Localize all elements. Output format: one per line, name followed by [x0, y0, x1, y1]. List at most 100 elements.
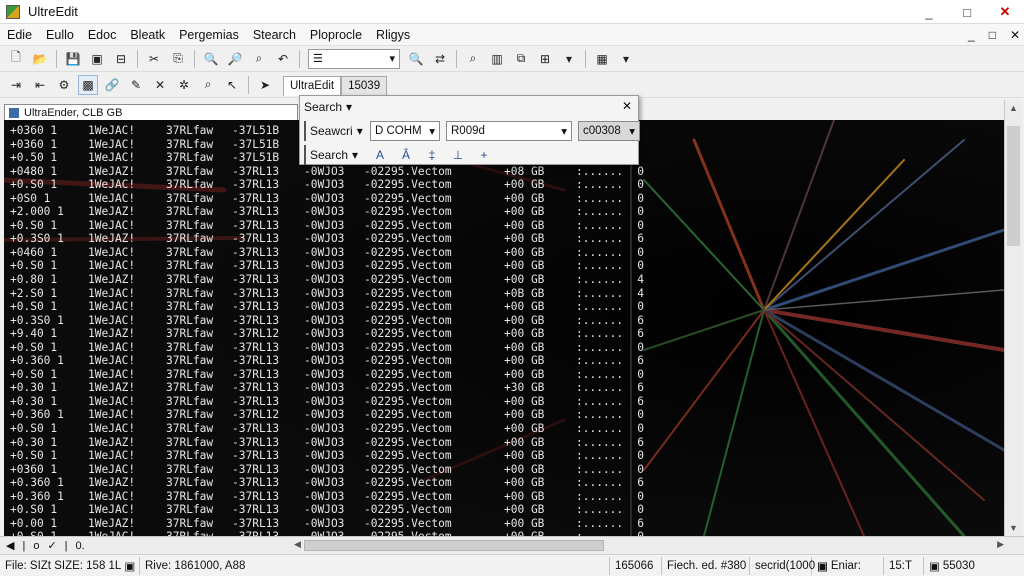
code-text[interactable]: +0360 1 1WeJAC! 37RLfaw -37L51B +0360 1 1WeJA…: [10, 124, 644, 536]
chevron-down-icon[interactable]: ▾: [559, 49, 579, 69]
whole-word-icon[interactable]: Â: [396, 145, 416, 165]
menu-item-help[interactable]: Rligys: [369, 28, 417, 42]
hex-mode-icon[interactable]: ▩: [78, 74, 98, 95]
find-popup-title[interactable]: Search ▾: [304, 100, 352, 114]
code-line[interactable]: +0.S0 1 1WeJAC! 37RLfaw -37RL13 -0WJO3 -02295…: [10, 341, 644, 355]
options-dropdown[interactable]: c00308 ▾: [578, 121, 640, 141]
hscroll-check-icon[interactable]: ✓: [47, 539, 56, 552]
code-line[interactable]: +0.S0 1 1WeJAC! 37RLfaw -37RL13 -0WJO3 -02295…: [10, 449, 644, 463]
edit-icon[interactable]: ✎: [126, 75, 146, 95]
menu-item-search[interactable]: Stearch: [246, 28, 303, 42]
menu-item-edit[interactable]: Eullo: [39, 28, 81, 42]
tab-15039[interactable]: 15039: [341, 75, 388, 96]
status-code-page[interactable]: 165066: [610, 556, 662, 575]
cursor-icon[interactable]: ↖: [222, 75, 242, 95]
code-line[interactable]: +0.360 1 1WeJAZ! 37RLfaw -37RL13 -0WJO3 -0229…: [10, 476, 644, 490]
compare-icon[interactable]: ⧉: [511, 49, 531, 69]
outdent-icon[interactable]: ⇤: [30, 75, 50, 95]
scroll-right-icon[interactable]: ▶: [997, 539, 1004, 550]
zoom-out-icon[interactable]: 🔎: [225, 49, 245, 69]
find-field[interactable]: D COHM ▾: [370, 121, 440, 141]
link-icon[interactable]: 🔗: [102, 75, 122, 95]
status-encoding[interactable]: Fiech. ed. #380: [662, 556, 750, 575]
regex-icon[interactable]: ‡: [422, 145, 442, 165]
chevron-down-icon[interactable]: ▾: [616, 49, 636, 69]
replace-icon[interactable]: ⇄: [430, 49, 450, 69]
editor-pane[interactable]: +0360 1 1WeJAC! 37RLfaw -37L51B +0360 1 1WeJA…: [4, 120, 1004, 536]
code-line[interactable]: +0.360 1 1WeJAC! 37RLfaw -37RL12 -0WJO3 -0229…: [10, 408, 644, 422]
menu-item-programs[interactable]: Pergemias: [172, 28, 246, 42]
code-line[interactable]: +0.360 1 1WeJAC! 37RLfaw -37RL13 -0WJO3 -0229…: [10, 490, 644, 504]
code-line[interactable]: +2.S0 1 1WeJAC! 37RLfaw -37RL13 -0WJO3 -02295…: [10, 287, 644, 301]
mdi-close-button[interactable]: ✕: [1010, 28, 1020, 42]
status-editor[interactable]: ▣ Eniar:: [812, 556, 884, 575]
code-line[interactable]: +0.S0 1 1WeJAC! 37RLfaw -37RL13 -0WJO3 -02295…: [10, 219, 644, 233]
code-line[interactable]: +0.S0 1 1WeJAC! 37RLfaw -37RL13 -0WJO3 -02295…: [10, 178, 644, 192]
mdi-minimize-button[interactable]: _: [968, 28, 975, 42]
wrap-icon[interactable]: ⊥: [448, 145, 468, 165]
close-file-icon[interactable]: ⊟: [111, 49, 131, 69]
horizontal-scroll-thumb[interactable]: [304, 540, 604, 551]
tools-icon[interactable]: ✕: [150, 75, 170, 95]
find-popup-close-button[interactable]: ✕: [622, 99, 632, 113]
code-line[interactable]: +0.3S0 1 1WeJAZ! 37RLfaw -37RL13 -0WJO3 -0229…: [10, 232, 644, 246]
find-in-files-icon[interactable]: ⌕: [463, 49, 483, 69]
scroll-left-icon[interactable]: ◀: [294, 539, 301, 550]
sparkle-icon[interactable]: ✲: [174, 75, 194, 95]
hscroll-circle-icon[interactable]: o: [33, 540, 39, 552]
file-tab[interactable]: UltraEnder, CLB GB: [4, 104, 298, 120]
match-case-icon[interactable]: A: [370, 145, 390, 165]
search-mode-dropdown[interactable]: Seawcri ▾: [304, 121, 364, 141]
settings-icon[interactable]: ⚙: [54, 75, 74, 95]
replace-field[interactable]: R009d ▾: [446, 121, 572, 141]
arrow-right-icon[interactable]: ➤: [255, 75, 275, 95]
layout-icon[interactable]: ▦: [592, 49, 612, 69]
code-line[interactable]: +0.S0 1 1WeJAC! 37RLfaw -37RL13 -0WJO3 -02295…: [10, 503, 644, 517]
scroll-down-icon[interactable]: ▼: [1005, 520, 1022, 536]
code-line[interactable]: +0.80 1 1WeJAZ! 37RLfaw -37RL13 -0WJO3 -02295…: [10, 273, 644, 287]
code-line[interactable]: +0.S0 1 1WeJAC! 37RLfaw -37RL13 -0WJO3 -02295…: [10, 368, 644, 382]
magnifier-icon[interactable]: ⌕: [198, 75, 218, 95]
search-scope-dropdown[interactable]: Search ▾: [304, 145, 364, 165]
new-file-icon[interactable]: 🗋: [6, 49, 26, 69]
vertical-scroll-thumb[interactable]: [1007, 126, 1020, 246]
code-line[interactable]: +0.360 1 1WeJAC! 37RLfaw -37RL13 -0WJO3 -0229…: [10, 354, 644, 368]
copy-icon[interactable]: ⎘: [168, 49, 188, 69]
code-line[interactable]: +0.S0 1 1WeJAC! 37RLfaw -37RL13 -0WJO3 -02295…: [10, 422, 644, 436]
zoom-in-icon[interactable]: 🔍: [201, 49, 221, 69]
maximize-button[interactable]: □: [948, 0, 986, 24]
find-icon[interactable]: ⌕: [249, 49, 269, 69]
macro-icon[interactable]: ⊞: [535, 49, 555, 69]
indent-icon[interactable]: ⇥: [6, 75, 26, 95]
open-folder-icon[interactable]: 📂: [30, 49, 50, 69]
minimize-button[interactable]: _: [910, 0, 948, 24]
code-line[interactable]: +0S0 1 1WeJAC! 37RLfaw -37RL13 -0WJO3 -02295.…: [10, 192, 644, 206]
tab-ultraedit[interactable]: UltraEdit: [283, 75, 342, 96]
menu-item-format[interactable]: Bleatk: [123, 28, 172, 42]
cut-icon[interactable]: ✂: [144, 49, 164, 69]
code-line[interactable]: +9.40 1 1WeJAZ! 37RLfaw -37RL12 -0WJO3 -02295…: [10, 327, 644, 341]
code-line[interactable]: +0.S0 1 1WeJAC! 37RLfaw -37RL13 -0WJO3 -02295…: [10, 259, 644, 273]
add-icon[interactable]: +: [474, 145, 494, 165]
undo-icon[interactable]: ↶: [273, 49, 293, 69]
toolbar-dropdown[interactable]: ☰ ▾: [308, 48, 400, 69]
code-line[interactable]: +0460 1 1WeJAC! 37RLfaw -37RL13 -0WJO3 -02295…: [10, 246, 644, 260]
search-icon[interactable]: 🔍: [406, 49, 426, 69]
close-button[interactable]: ✕: [986, 0, 1024, 24]
hscroll-left-icon[interactable]: ◀: [6, 539, 14, 552]
code-line[interactable]: +0.00 1 1WeJAZ! 37RLfaw -37RL13 -0WJO3 -02295…: [10, 517, 644, 531]
scroll-up-icon[interactable]: ▲: [1005, 100, 1022, 116]
save-icon[interactable]: 💾: [63, 49, 83, 69]
code-line[interactable]: +0.30 1 1WeJAC! 37RLfaw -37RL13 -0WJO3 -02295…: [10, 395, 644, 409]
chart-icon[interactable]: ▥: [487, 49, 507, 69]
code-line[interactable]: +2.000 1 1WeJAZ! 37RLfaw -37RL13 -0WJO3 -0229…: [10, 205, 644, 219]
code-line[interactable]: +0.30 1 1WeJAZ! 37RLfaw -37RL13 -0WJO3 -02295…: [10, 381, 644, 395]
menu-item-view[interactable]: Edoc: [81, 28, 124, 42]
horizontal-scrollbar[interactable]: ◀ ▶: [294, 539, 1004, 553]
code-line[interactable]: +0480 1 1WeJAZ! 37RLfaw -37RL13 -0WJO3 -02295…: [10, 165, 644, 179]
code-line[interactable]: +0.30 1 1WeJAZ! 37RLfaw -37RL13 -0WJO3 -02295…: [10, 436, 644, 450]
code-line[interactable]: +0.S0 1 1WeJAC! 37RLfaw -37RL13 -0WJO3 -02295…: [10, 300, 644, 314]
code-line[interactable]: +0.3S0 1 1WeJAC! 37RLfaw -37RL13 -0WJO3 -0229…: [10, 314, 644, 328]
status-mode[interactable]: secrid(1000 ▣: [750, 556, 828, 575]
menu-item-project[interactable]: Ploprocle: [303, 28, 369, 42]
